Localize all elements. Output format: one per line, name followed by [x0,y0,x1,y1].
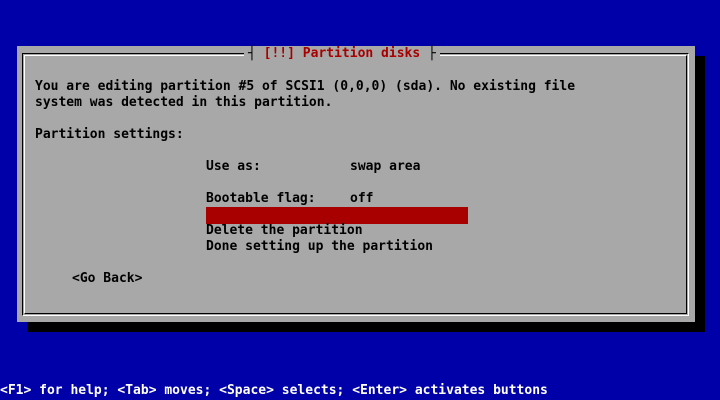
title-bar-right: ├ [420,46,436,61]
installer-screen: { "dialog": { "title": "[!!] Partition d… [0,0,720,400]
description-line-2: system was detected in this partition. [35,95,333,110]
use-as-value[interactable]: swap area [350,159,420,175]
done-setting-up-item[interactable]: Done setting up the partition [206,239,433,255]
bootable-flag-value[interactable]: off [350,191,373,207]
menu-item-selected[interactable] [206,207,468,224]
go-back-button[interactable]: <Go Back> [72,271,142,287]
description-line-1: You are editing partition #5 of SCSI1 (0… [35,79,576,94]
dialog-title-text: [!!] Partition disks [263,46,421,61]
use-as-label: Use as: [206,159,261,174]
title-bar-left: ┤ [248,46,264,61]
help-line: <F1> for help; <Tab> moves; <Space> sele… [0,383,548,398]
dialog-title: ┤ [!!] Partition disks ├ [244,46,440,62]
delete-partition-item[interactable]: Delete the partition [206,223,363,239]
bootable-flag-label: Bootable flag: [206,191,316,206]
settings-heading: Partition settings: [35,127,184,142]
